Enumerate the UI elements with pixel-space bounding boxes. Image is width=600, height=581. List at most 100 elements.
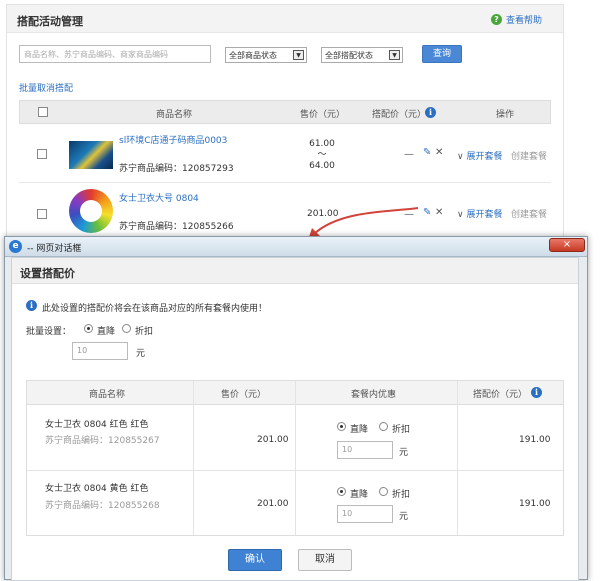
info-icon: i — [26, 300, 37, 311]
col-price: 售价（元） — [221, 390, 267, 400]
info-icon[interactable]: i — [531, 387, 542, 398]
table-header: 商品名称 售价（元） 搭配价（元） i 操作 — [19, 100, 551, 124]
discount-value-input[interactable]: 10 — [337, 441, 393, 459]
modal-dialog-window: e -- 网页对话框 × 设置搭配价 i 此处设置的搭配价将会在该商品对应的所有… — [4, 236, 588, 581]
row-checkbox[interactable] — [37, 149, 47, 159]
dialog-window-title: -- 网页对话框 — [27, 244, 82, 254]
chevron-down-icon: ∨ — [457, 210, 464, 220]
sku-price: 201.00 — [257, 499, 289, 509]
query-button[interactable]: 查询 — [422, 45, 462, 63]
sku-code: 苏宁商品编码：120855268 — [45, 498, 160, 511]
dialog-header: 设置搭配价 — [12, 258, 578, 284]
discount-radio[interactable] — [379, 487, 388, 496]
direct-reduce-label: 直降 — [97, 327, 116, 337]
col-bundle-discount: 套餐内优惠 — [351, 390, 397, 400]
col-product-name: 商品名称 — [156, 110, 193, 120]
col-price: 售价（元） — [300, 110, 346, 120]
product-status-value: 全部商品状态 — [229, 51, 277, 60]
delete-icon[interactable]: ✕ — [435, 147, 443, 158]
product-name-link[interactable]: 女士卫衣大号 0804 — [119, 191, 199, 204]
col-product-name: 商品名称 — [89, 390, 126, 400]
confirm-button[interactable]: 确认 — [228, 549, 282, 571]
direct-reduce-radio[interactable] — [84, 324, 93, 333]
expand-bundle-link[interactable]: ∨ 展开套餐 — [457, 207, 502, 220]
close-button[interactable]: × — [549, 238, 585, 252]
batch-setting-label: 批量设置： — [26, 327, 72, 337]
sku-bundle-price: 191.00 — [519, 499, 551, 509]
price-separator: ～ — [317, 150, 327, 160]
expand-bundle-label: 展开套餐 — [466, 152, 503, 162]
table-row: 女士卫衣 0804 黄色 红色 苏宁商品编码：120855268 201.00 … — [27, 471, 563, 535]
pencil-icon[interactable]: ✎ — [423, 147, 431, 158]
delete-icon[interactable]: ✕ — [435, 207, 443, 218]
bundle-status-value: 全部搭配状态 — [325, 51, 373, 60]
discount-radio[interactable] — [379, 422, 388, 431]
notice-text: 此处设置的搭配价将会在该商品对应的所有套餐内使用！ — [42, 304, 268, 314]
product-code: 苏宁商品编码：120855266 — [119, 219, 234, 232]
info-icon[interactable]: i — [425, 107, 436, 118]
sku-code: 苏宁商品编码：120855267 — [45, 433, 160, 446]
sku-name: 女士卫衣 0804 红色 红色 — [45, 420, 149, 430]
table-row: 女士卫衣 0804 红色 红色 苏宁商品编码：120855267 201.00 … — [27, 405, 563, 471]
product-code-label: 苏宁商品编码： — [119, 164, 183, 174]
unit-label: 元 — [136, 349, 146, 359]
create-bundle-link[interactable]: 创建套餐 — [511, 207, 547, 220]
chevron-down-icon: ∨ — [457, 152, 464, 162]
search-input[interactable]: 商品名称、苏宁商品编码、商家商品编码 — [19, 45, 211, 63]
expand-bundle-label: 展开套餐 — [466, 210, 503, 220]
product-code-value: 120855266 — [182, 222, 234, 232]
create-bundle-link[interactable]: 创建套餐 — [511, 149, 547, 162]
batch-value-input[interactable]: 10 — [72, 342, 128, 360]
dash: — — [404, 149, 414, 160]
sku-code-value: 120855267 — [108, 436, 160, 446]
dialog-content: 设置搭配价 i 此处设置的搭配价将会在该商品对应的所有套餐内使用！ 批量设置： … — [11, 257, 579, 581]
product-status-select[interactable]: 全部商品状态 ▼ — [225, 47, 307, 63]
sku-code-label: 苏宁商品编码： — [45, 436, 109, 446]
col-bundle-price: 搭配价（元） — [473, 390, 528, 400]
discount-radio[interactable] — [122, 324, 131, 333]
help-icon: ? — [491, 14, 502, 25]
product-thumbnail — [69, 141, 113, 169]
direct-reduce-radio[interactable] — [337, 422, 346, 431]
discount-label: 折扣 — [392, 490, 411, 500]
price-high: 64.00 — [309, 161, 335, 171]
expand-bundle-link[interactable]: ∨ 展开套餐 — [457, 149, 502, 162]
table-row: sl环境C店通子码商品0003 苏宁商品编码：120857293 61.00 ～… — [19, 125, 551, 183]
discount-label: 折扣 — [135, 327, 154, 337]
panel-header: 搭配活动管理 ? 查看帮助 — [7, 5, 563, 33]
sku-code-label: 苏宁商品编码： — [45, 501, 109, 511]
price-low: 61.00 — [309, 139, 335, 149]
dialog-titlebar: e -- 网页对话框 × — [5, 237, 587, 257]
price-range: 61.00 ～ 64.00 — [309, 139, 335, 172]
product-code-label: 苏宁商品编码： — [119, 222, 183, 232]
product-thumbnail — [69, 189, 113, 233]
bundle-status-select[interactable]: 全部搭配状态 ▼ — [321, 47, 403, 63]
dialog-title: 设置搭配价 — [20, 267, 75, 280]
batch-cancel-link[interactable]: 批量取消搭配 — [19, 81, 73, 94]
unit-label: 元 — [399, 448, 409, 458]
direct-reduce-label: 直降 — [350, 425, 369, 435]
sku-code-value: 120855268 — [108, 501, 160, 511]
price-table: 商品名称 售价（元） 套餐内优惠 搭配价（元） i 女士卫衣 0804 红色 红… — [26, 380, 564, 536]
page-title: 搭配活动管理 — [17, 15, 83, 28]
direct-reduce-radio[interactable] — [337, 487, 346, 496]
chevron-down-icon: ▼ — [389, 50, 400, 60]
cancel-button[interactable]: 取消 — [298, 549, 352, 571]
direct-reduce-label: 直降 — [350, 490, 369, 500]
col-bundle-price: 搭配价（元） — [372, 110, 427, 120]
browser-icon: e — [9, 240, 22, 253]
select-all-checkbox[interactable] — [38, 107, 48, 117]
product-name-link[interactable]: sl环境C店通子码商品0003 — [119, 133, 227, 146]
help-link[interactable]: ? 查看帮助 — [491, 13, 542, 26]
discount-label: 折扣 — [392, 425, 411, 435]
sku-bundle-price: 191.00 — [519, 435, 551, 445]
thumbnail-center — [80, 200, 102, 222]
unit-label: 元 — [399, 512, 409, 522]
sku-name: 女士卫衣 0804 黄色 红色 — [45, 484, 149, 494]
row-checkbox[interactable] — [37, 209, 47, 219]
product-code-value: 120857293 — [182, 164, 234, 174]
help-label: 查看帮助 — [506, 16, 543, 26]
product-code: 苏宁商品编码：120857293 — [119, 161, 234, 174]
discount-value-input[interactable]: 10 — [337, 505, 393, 523]
chevron-down-icon: ▼ — [293, 50, 304, 60]
